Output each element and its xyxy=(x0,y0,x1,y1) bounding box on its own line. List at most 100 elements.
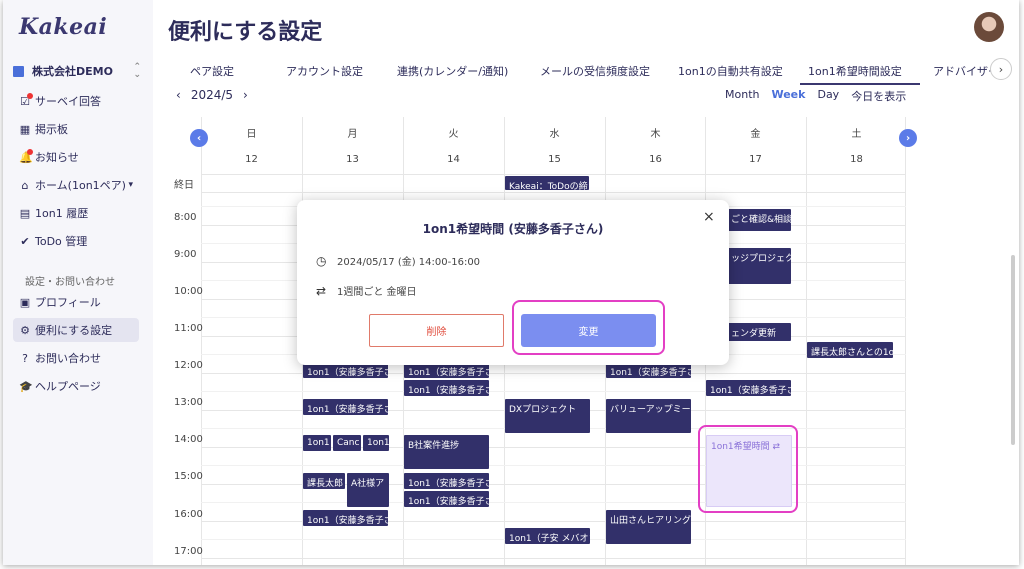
day-header: 火 14 xyxy=(403,125,504,165)
sidebar-item-label: 1on1 履歴 xyxy=(35,207,89,220)
calendar-event[interactable]: 1on1（安藤多香子さ xyxy=(404,473,489,489)
calendar-event[interactable]: ッジプロジェク xyxy=(727,248,791,284)
time-label: 11:00 xyxy=(174,323,203,334)
sidebar-item-todo[interactable]: ✔ ToDo 管理 xyxy=(13,229,139,253)
gear-icon: ⚙ xyxy=(20,323,30,337)
calendar-event[interactable]: Canc xyxy=(333,435,361,451)
delete-button[interactable]: 削除 xyxy=(369,314,504,347)
day-of-week: 木 xyxy=(650,129,661,140)
time-label: 12:00 xyxy=(174,360,203,371)
sidebar-item-home[interactable]: ⌂ ホーム(1on1ペア) ▾ xyxy=(13,173,139,197)
sidebar-item-label: 掲示板 xyxy=(35,123,68,136)
today-button[interactable]: 今日を表示 xyxy=(851,88,906,104)
day-number: 15 xyxy=(548,154,561,165)
calendar-event[interactable]: B社案件進捗 xyxy=(404,435,489,469)
close-icon[interactable]: × xyxy=(703,209,715,225)
sidebar-item-contact[interactable]: ? お問い合わせ xyxy=(13,346,139,370)
day-header: 月 13 xyxy=(302,125,403,165)
dialog-title: 1on1希望時間 (安藤多香子さん) xyxy=(422,222,604,236)
board-icon: ▦ xyxy=(19,122,31,136)
grid-line xyxy=(905,117,906,565)
sidebar-item-label: プロフィール xyxy=(35,296,101,309)
time-label: 16:00 xyxy=(174,509,203,520)
calendar-event[interactable]: 1on1（子安 メバオさ xyxy=(505,528,590,544)
company-selector[interactable]: 株式会社DEMO ⌃ ⌄ xyxy=(13,61,141,81)
calendar-event[interactable]: 1on1（安藤多香子さ xyxy=(404,491,489,507)
avatar[interactable] xyxy=(974,12,1004,42)
sidebar-item-survey[interactable]: ☑ サーベイ回答 xyxy=(13,89,139,113)
notification-dot xyxy=(27,93,33,99)
calendar-event[interactable]: 課長太郎さんとの1o xyxy=(807,342,893,358)
calendar-event[interactable]: DXプロジェクト xyxy=(505,399,590,433)
next-month-button[interactable]: › xyxy=(243,88,248,102)
sidebar-item-notifications[interactable]: 🔔 お知らせ xyxy=(13,145,139,169)
page-title: 便利にする設定 xyxy=(168,20,323,45)
time-label: 15:00 xyxy=(174,471,203,482)
grid-line xyxy=(201,192,906,193)
tab-integration[interactable]: 連携(カレンダー/通知) xyxy=(397,63,508,79)
grid-line xyxy=(201,391,906,392)
tab-mail-frequency[interactable]: メールの受信頻度設定 xyxy=(540,63,650,79)
dialog-repeat: 1週間ごと 金曜日 xyxy=(337,287,417,298)
tabs-scroll-right-button[interactable]: › xyxy=(990,58,1012,80)
tab-account[interactable]: アカウント設定 xyxy=(286,63,363,79)
time-label: 9:00 xyxy=(174,249,197,260)
grid-line xyxy=(201,174,906,175)
notification-dot xyxy=(27,149,33,155)
calendar-event[interactable]: 1on1（安藤多香子さ xyxy=(303,510,388,526)
sidebar-item-profile[interactable]: ▣ プロフィール xyxy=(13,290,139,314)
day-number: 12 xyxy=(245,154,258,165)
calendar-event[interactable]: バリューアップミー xyxy=(606,399,691,433)
tab-auto-share[interactable]: 1on1の自動共有設定 xyxy=(678,63,783,79)
calendar-event[interactable]: 1on1 xyxy=(303,435,331,451)
tab-advisor[interactable]: アドバイザー xyxy=(933,63,999,79)
view-switch: Month Week Day 今日を表示 xyxy=(725,88,906,104)
sidebar-item-label: 便利にする設定 xyxy=(35,324,113,337)
view-month-button[interactable]: Month xyxy=(725,88,759,104)
tab-preferred-time[interactable]: 1on1希望時間設定 xyxy=(800,63,920,85)
calendar-event[interactable]: 課長太郎 xyxy=(303,473,345,489)
calendar-event[interactable]: ごと確認&相談 xyxy=(727,209,791,231)
calendar-event[interactable]: 1on1 xyxy=(363,435,389,451)
allday-label: 終日 xyxy=(174,180,194,191)
sidebar-item-help[interactable]: 🎓 ヘルプページ xyxy=(13,374,139,398)
next-week-button[interactable]: › xyxy=(899,129,917,147)
calendar-event[interactable]: 1on1（安藤多香子さ xyxy=(404,380,489,396)
month-navigation: ‹ 2024/5 › xyxy=(176,88,248,102)
day-number: 13 xyxy=(346,154,359,165)
day-of-week: 月 xyxy=(347,129,358,140)
time-label: 17:00 xyxy=(174,546,203,557)
calendar-event[interactable]: A社様ア xyxy=(347,473,389,507)
repeat-icon: ⇄ xyxy=(316,283,327,298)
sidebar-item-history[interactable]: ▤ 1on1 履歴 xyxy=(13,201,139,225)
view-day-button[interactable]: Day xyxy=(817,88,839,104)
kakeai-logo[interactable]: Kakeai xyxy=(19,14,107,40)
day-header: 水 15 xyxy=(504,125,605,165)
calendar-event[interactable]: 山田さんヒアリング xyxy=(606,510,691,544)
app-window: Kakeai 株式会社DEMO ⌃ ⌄ ☑ サーベイ回答 ▦ 掲示板 🔔 お知らせ… xyxy=(3,0,1019,565)
time-label: 10:00 xyxy=(174,286,203,297)
updown-chevron-icon: ⌃ ⌄ xyxy=(133,62,141,80)
sidebar-item-settings[interactable]: ⚙ 便利にする設定 xyxy=(13,318,139,342)
calendar-event[interactable]: 1on1（安藤多香子さ xyxy=(303,399,388,415)
profile-icon: ▣ xyxy=(19,295,31,309)
vertical-scrollbar[interactable] xyxy=(1011,255,1015,445)
sidebar-item-board[interactable]: ▦ 掲示板 xyxy=(13,117,139,141)
highlight-annotation xyxy=(698,425,798,513)
day-of-week: 水 xyxy=(549,129,560,140)
tab-pair[interactable]: ペア設定 xyxy=(190,63,234,79)
question-icon: ? xyxy=(22,351,28,365)
calendar-event[interactable]: Kakeai：ToDoの締 xyxy=(505,176,589,190)
sidebar-item-label: ToDo 管理 xyxy=(35,235,88,248)
sidebar-item-label: お問い合わせ xyxy=(35,352,101,365)
history-icon: ▤ xyxy=(19,206,31,220)
dialog-repeat-row: ⇄ 1週間ごと 金曜日 xyxy=(316,283,417,299)
prev-month-button[interactable]: ‹ xyxy=(176,88,181,102)
calendar-event[interactable]: ェンダ更新 xyxy=(727,323,791,341)
home-icon: ⌂ xyxy=(21,178,29,192)
day-header: 日 12 xyxy=(201,125,302,165)
company-name: 株式会社DEMO xyxy=(32,65,113,78)
view-week-button[interactable]: Week xyxy=(771,88,805,104)
prev-week-button[interactable]: ‹ xyxy=(190,129,208,147)
calendar-event[interactable]: 1on1（安藤多香子さ xyxy=(706,380,791,396)
